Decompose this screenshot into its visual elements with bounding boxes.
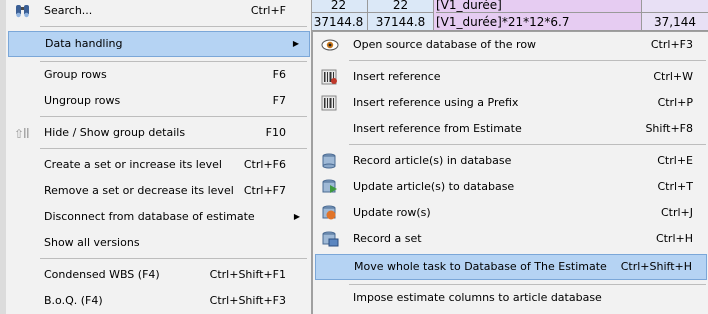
grid-cell[interactable]: [V1_durée] [V1_durée]*21*12*6.7: [434, 0, 642, 31]
menu-divider: [349, 60, 706, 61]
context-menu: Search... Ctrl+F Data handling ▶ Group r…: [6, 0, 312, 314]
barcode-insert-icon: [321, 69, 337, 85]
menu-divider: [40, 61, 307, 62]
menu-item-boq[interactable]: B.o.Q. (F4) Ctrl+Shift+F3: [8, 290, 310, 312]
menu-item-create-set[interactable]: Create a set or increase its level Ctrl+…: [8, 154, 310, 176]
submenu-item-open-source-database[interactable]: Open source database of the row Ctrl+F3: [315, 34, 707, 56]
submenu-item-record-set[interactable]: Record a set Ctrl+H: [315, 228, 707, 250]
menu-item-group-rows[interactable]: Group rows F6: [8, 64, 310, 86]
set-record-icon: [322, 231, 339, 247]
spreadsheet-background: 22 37144.8 22 37144.8 [V1_durée] [V1_dur…: [310, 0, 708, 31]
menu-divider: [40, 148, 307, 149]
submenu-item-impose-estimate-columns[interactable]: Impose estimate columns to article datab…: [315, 287, 707, 309]
grid-cell[interactable]: 37,144: [642, 0, 708, 31]
grid-cell[interactable]: 22 37144.8: [310, 0, 368, 31]
eye-icon: [321, 39, 339, 51]
menu-item-remove-set[interactable]: Remove a set or decrease its level Ctrl+…: [8, 180, 310, 202]
svg-text:⇧: ⇧: [14, 127, 24, 141]
submenu-arrow-icon: ▶: [292, 39, 299, 48]
menu-divider: [40, 116, 307, 117]
menu-item-search[interactable]: Search... Ctrl+F: [8, 0, 310, 22]
row-update-icon: [322, 205, 336, 220]
menu-item-hide-show-group-details[interactable]: ⇧ Hide / Show group details F10: [8, 122, 310, 144]
database-record-icon: [322, 153, 336, 169]
submenu-arrow-icon: ▶: [293, 212, 300, 221]
barcode-prefix-icon: [321, 95, 337, 111]
menu-divider: [349, 144, 706, 145]
submenu-item-move-whole-task[interactable]: Move whole task to Database of The Estim…: [315, 254, 707, 280]
submenu-item-update-rows[interactable]: Update row(s) Ctrl+J: [315, 202, 707, 224]
data-handling-submenu: Open source database of the row Ctrl+F3 …: [312, 31, 708, 314]
tree-expand-icon: ⇧: [14, 127, 29, 141]
menu-item-disconnect-database[interactable]: Disconnect from database of estimate ▶: [8, 206, 310, 228]
menu-item-data-handling[interactable]: Data handling ▶: [8, 31, 310, 57]
menu-item-ungroup-rows[interactable]: Ungroup rows F7: [8, 90, 310, 112]
submenu-item-insert-reference-prefix[interactable]: Insert reference using a Prefix Ctrl+P: [315, 92, 707, 114]
menu-item-condensed-wbs[interactable]: Condensed WBS (F4) Ctrl+Shift+F1: [8, 264, 310, 286]
grid-cell[interactable]: 22 37144.8: [368, 0, 434, 31]
submenu-item-insert-reference-estimate[interactable]: Insert reference from Estimate Shift+F8: [315, 118, 707, 140]
submenu-item-update-articles[interactable]: Update article(s) to database Ctrl+T: [315, 176, 707, 198]
submenu-item-record-articles[interactable]: Record article(s) in database Ctrl+E: [315, 150, 707, 172]
menu-divider: [349, 284, 706, 285]
menu-divider: [40, 258, 307, 259]
binoculars-icon: [16, 5, 29, 18]
database-update-icon: [322, 179, 337, 193]
menu-divider: [40, 26, 307, 27]
menu-item-show-all-versions[interactable]: Show all versions: [8, 232, 310, 254]
submenu-item-insert-reference[interactable]: Insert reference Ctrl+W: [315, 66, 707, 88]
